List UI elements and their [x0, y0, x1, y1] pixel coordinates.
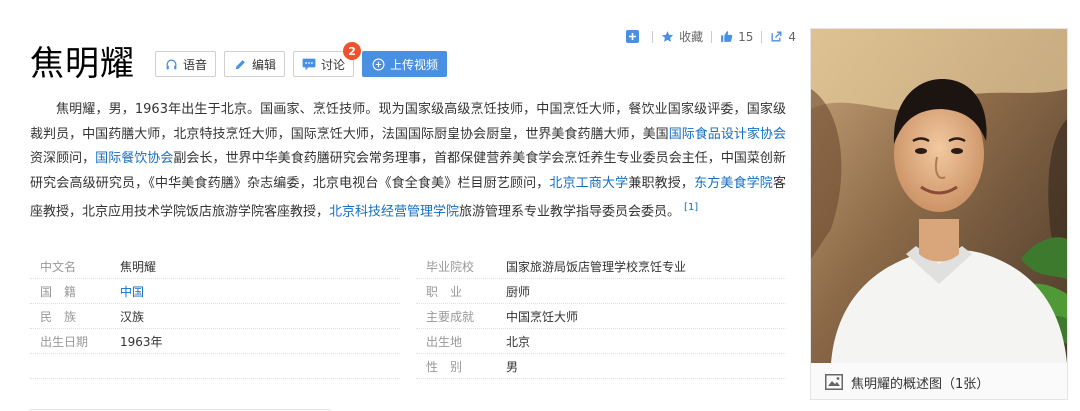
favorite-button[interactable]: 收藏	[661, 28, 703, 45]
image-gallery-icon	[825, 374, 843, 390]
basic-info-left: 中文名 焦明耀 国籍 中国 民族 汉族 出生日期 1963年	[30, 254, 400, 379]
add-button[interactable]	[626, 30, 644, 43]
link-btbu[interactable]: 北京工商大学	[549, 176, 628, 191]
star-icon	[661, 31, 674, 42]
info-key: 毕业院校	[426, 259, 475, 274]
headphones-icon	[164, 57, 178, 71]
info-key: 出生日期	[40, 334, 89, 349]
info-key: 出生地	[426, 334, 463, 349]
info-row: 出生地 北京	[416, 329, 786, 354]
share-count: 4	[788, 29, 796, 44]
discuss-badge: 2	[343, 42, 362, 60]
upload-video-button[interactable]: 上传视频	[362, 51, 448, 77]
basic-info-right: 毕业院校 国家旅游局饭店管理学校烹饪专业 职业 厨师 主要成就 中国烹饪大师 出…	[416, 254, 786, 379]
info-value: 汉族	[120, 309, 145, 324]
info-row: 性别 男	[416, 354, 786, 379]
info-key: 中文名	[40, 259, 77, 274]
info-value-link[interactable]: 中国	[120, 283, 144, 300]
info-value: 厨师	[506, 284, 531, 299]
share-icon	[771, 31, 782, 42]
discuss-button[interactable]: 讨论 2	[293, 42, 362, 77]
thumbs-up-icon	[721, 31, 733, 42]
edit-label: 编辑	[252, 57, 277, 72]
info-row: 毕业院校 国家旅游局饭店管理学校烹饪专业	[416, 254, 786, 279]
link-bj-tech-management-college[interactable]: 北京科技经营管理学院	[329, 204, 459, 219]
photo-caption-text: 焦明耀的概述图（1张）	[851, 376, 990, 392]
summary-text-2: 资深顾问，	[30, 151, 96, 166]
voice-button[interactable]: 语音	[155, 51, 217, 77]
favorite-label: 收藏	[679, 30, 704, 44]
like-button[interactable]: 15	[720, 30, 753, 44]
summary-photo-card[interactable]: 焦明耀的概述图（1张）	[810, 28, 1068, 400]
info-row: 出生日期 1963年	[30, 329, 400, 354]
plus-square-icon	[626, 30, 640, 43]
info-key: 国籍	[40, 284, 89, 299]
share-button[interactable]: 4	[770, 30, 796, 44]
info-row-empty	[30, 354, 400, 379]
link-food-design-association[interactable]: 国际食品设计家协会	[669, 127, 786, 142]
title-row: 焦明耀 语音 编辑 讨论 2 上传视频	[30, 42, 448, 86]
reference-link[interactable]: [1]	[684, 202, 698, 213]
info-value: 中国烹饪大师	[506, 309, 579, 324]
info-value: 北京	[506, 334, 531, 349]
info-value: 国家旅游局饭店管理学校烹饪专业	[506, 259, 687, 274]
pencil-icon	[233, 57, 247, 71]
info-value: 焦明耀	[120, 259, 157, 274]
action-toolbar: 收藏 15 4	[626, 28, 796, 45]
link-oriental-food-college[interactable]: 东方美食学院	[694, 176, 773, 191]
link-catering-association[interactable]: 国际餐饮协会	[95, 151, 173, 166]
info-row: 中文名 焦明耀	[30, 254, 400, 279]
info-key: 职业	[426, 284, 475, 299]
page-title: 焦明耀	[30, 44, 135, 84]
photo-caption[interactable]: 焦明耀的概述图（1张）	[811, 365, 1067, 399]
portrait-photo[interactable]	[811, 29, 1067, 363]
info-key: 主要成就	[426, 309, 475, 324]
info-value: 1963年	[120, 334, 163, 349]
like-count: 15	[738, 29, 754, 44]
info-row: 民族 汉族	[30, 304, 400, 329]
summary-paragraph: 焦明耀，男，1963年出生于北京。国画家、烹饪技师。现为国家级高级烹饪技师，中国…	[30, 98, 786, 225]
plus-circle-icon	[371, 57, 385, 71]
divider	[30, 409, 330, 410]
chat-bubble-icon	[302, 57, 316, 71]
info-key: 性别	[426, 359, 475, 374]
info-key: 民族	[40, 309, 89, 324]
summary-text-4: 兼职教授，	[628, 175, 695, 191]
discuss-label: 讨论	[321, 57, 346, 72]
summary-text-6: 旅游管理系专业教学指导委员会委员。	[459, 204, 681, 220]
voice-label: 语音	[183, 57, 208, 72]
info-row: 主要成就 中国烹饪大师	[416, 304, 786, 329]
edit-button[interactable]: 编辑	[224, 51, 286, 77]
info-row: 职业 厨师	[416, 279, 786, 304]
info-value: 男	[506, 359, 519, 374]
info-row: 国籍 中国	[30, 279, 400, 304]
upload-video-label: 上传视频	[390, 57, 439, 72]
